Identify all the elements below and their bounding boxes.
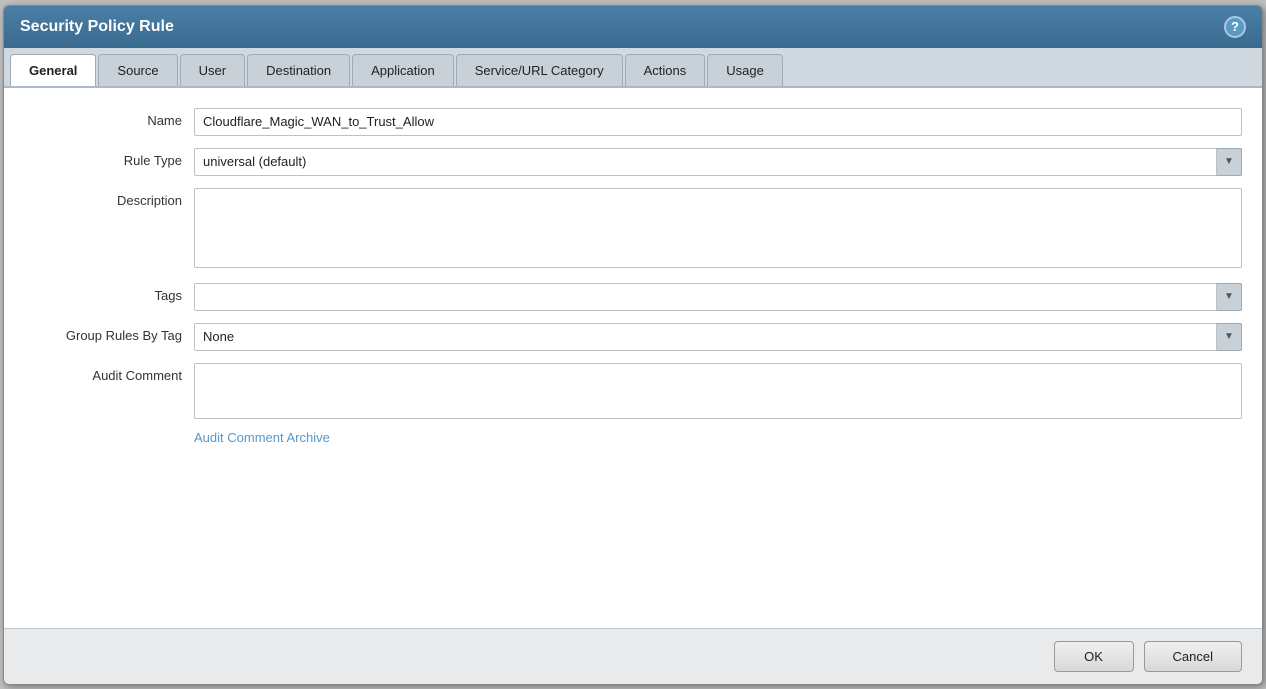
- tags-row: Tags ▼: [24, 283, 1242, 311]
- tab-actions[interactable]: Actions: [625, 54, 706, 86]
- name-label: Name: [24, 108, 194, 128]
- description-label: Description: [24, 188, 194, 208]
- name-row: Name: [24, 108, 1242, 136]
- footer: OK Cancel: [4, 628, 1262, 684]
- audit-comment-row: Audit Comment: [24, 363, 1242, 422]
- title-bar: Security Policy Rule ?: [4, 6, 1262, 48]
- group-rules-label: Group Rules By Tag: [24, 323, 194, 343]
- dialog-title: Security Policy Rule: [20, 18, 174, 36]
- audit-link-row: Audit Comment Archive: [194, 430, 1242, 445]
- rule-type-row: Rule Type universal (default) intrazone …: [24, 148, 1242, 176]
- cancel-button[interactable]: Cancel: [1144, 641, 1242, 672]
- tab-application[interactable]: Application: [352, 54, 454, 86]
- group-rules-select[interactable]: None: [194, 323, 1242, 351]
- audit-comment-textarea[interactable]: [194, 363, 1242, 419]
- description-textarea[interactable]: [194, 188, 1242, 268]
- ok-button[interactable]: OK: [1054, 641, 1134, 672]
- tabs-container: General Source User Destination Applicat…: [4, 48, 1262, 88]
- help-icon[interactable]: ?: [1224, 16, 1246, 38]
- group-rules-select-wrap: None ▼: [194, 323, 1242, 351]
- tags-label: Tags: [24, 283, 194, 303]
- tab-usage[interactable]: Usage: [707, 54, 783, 86]
- content-area: Name Rule Type universal (default) intra…: [4, 88, 1262, 628]
- tab-service-url-category[interactable]: Service/URL Category: [456, 54, 623, 86]
- rule-type-select[interactable]: universal (default) intrazone interzone: [194, 148, 1242, 176]
- tab-source[interactable]: Source: [98, 54, 177, 86]
- rule-type-select-wrap: universal (default) intrazone interzone …: [194, 148, 1242, 176]
- name-input[interactable]: [194, 108, 1242, 136]
- description-row: Description: [24, 188, 1242, 271]
- tab-general[interactable]: General: [10, 54, 96, 86]
- audit-comment-label: Audit Comment: [24, 363, 194, 383]
- tab-user[interactable]: User: [180, 54, 245, 86]
- audit-comment-archive-link[interactable]: Audit Comment Archive: [194, 430, 330, 445]
- tags-input[interactable]: [194, 283, 1242, 311]
- tags-select-wrap: ▼: [194, 283, 1242, 311]
- security-policy-rule-dialog: Security Policy Rule ? General Source Us…: [3, 5, 1263, 685]
- tab-destination[interactable]: Destination: [247, 54, 350, 86]
- rule-type-label: Rule Type: [24, 148, 194, 168]
- group-rules-row: Group Rules By Tag None ▼: [24, 323, 1242, 351]
